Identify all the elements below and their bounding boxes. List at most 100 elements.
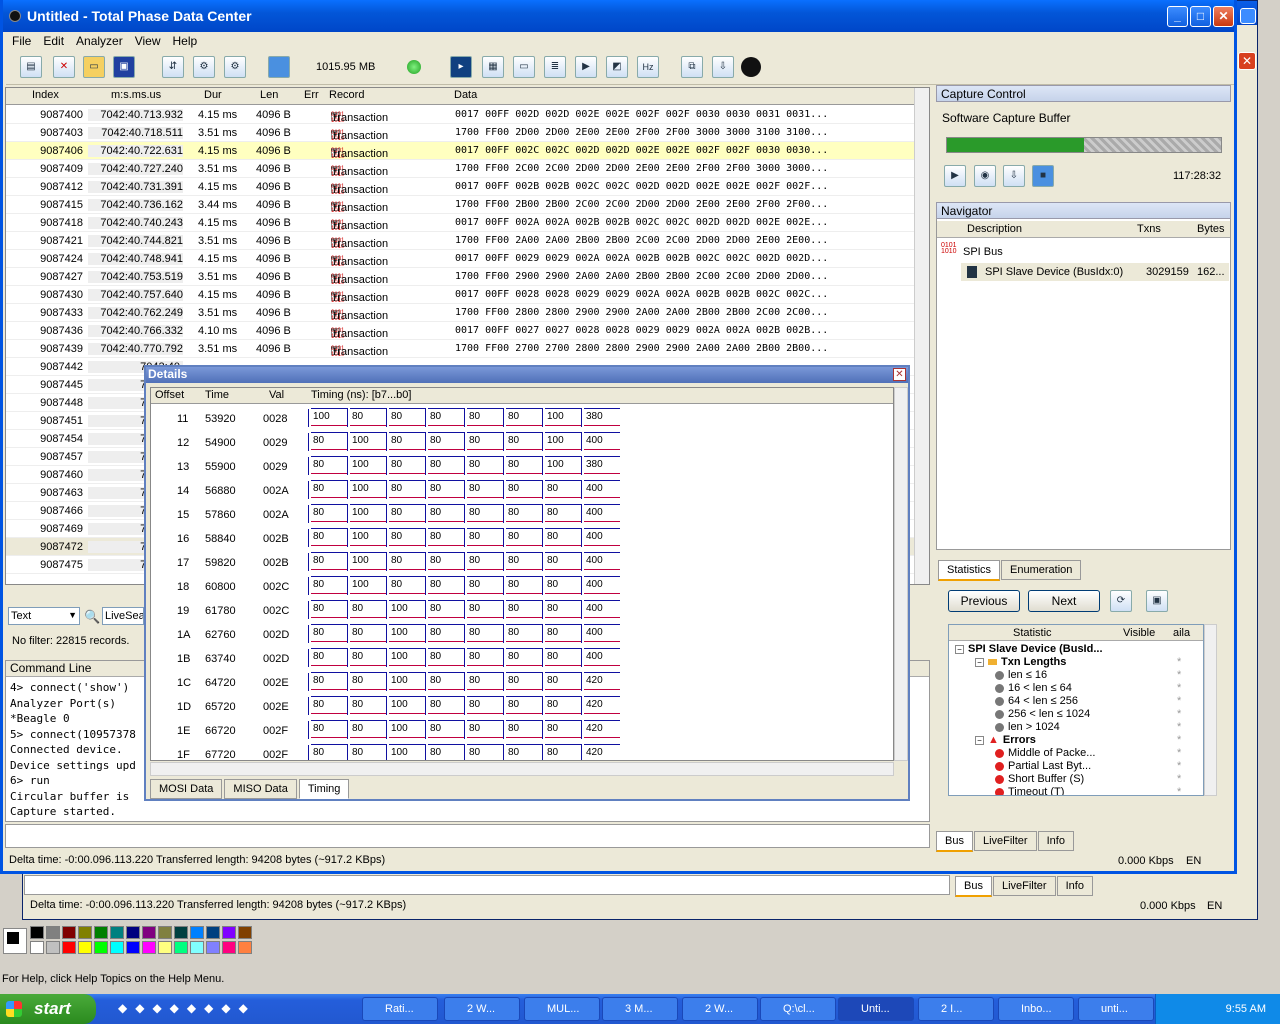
visible-mark[interactable]: * — [1177, 656, 1181, 668]
details-row[interactable]: 18 60800 002C 80 100 80 80 80 80 80 400 — [151, 574, 893, 598]
color-swatch[interactable] — [222, 926, 236, 939]
dcol-time[interactable]: Time — [205, 389, 229, 401]
table-row[interactable]: 9087412 7042:40.731.391 4.15 ms 4096 B +0101… — [6, 178, 914, 196]
stats-col-statistic[interactable]: Statistic — [1013, 627, 1052, 639]
stats-item[interactable]: − Txn Lengths — [975, 656, 1066, 668]
col-record[interactable]: Record — [329, 89, 364, 101]
table-row[interactable]: 9087436 7042:40.766.332 4.10 ms 4096 B +0101… — [6, 322, 914, 340]
stats-item[interactable]: len > 1024 — [995, 721, 1060, 733]
nav-col-description[interactable]: Description — [967, 223, 1022, 235]
table-row[interactable]: 9087415 7042:40.736.162 3.44 ms 4096 B +0101… — [6, 196, 914, 214]
tab-info[interactable]: Info — [1037, 831, 1074, 851]
background-close-icon[interactable]: ✕ — [1238, 52, 1256, 70]
details-row[interactable]: 1F 67720 002F 80 80 100 80 80 80 80 420 — [151, 742, 893, 760]
tab-miso-data[interactable]: MISO Data — [224, 779, 297, 799]
table-row[interactable]: 9087439 7042:40.770.792 3.51 ms 4096 B +0101… — [6, 340, 914, 358]
color-swatch[interactable] — [62, 941, 76, 954]
visible-mark[interactable]: * — [1177, 695, 1181, 707]
visible-mark[interactable]: * — [1177, 734, 1181, 746]
color-swatch[interactable] — [206, 926, 220, 939]
list-icon[interactable]: ≣ — [544, 56, 566, 78]
previous-button[interactable]: Previous — [948, 590, 1020, 612]
color-swatch[interactable] — [206, 941, 220, 954]
details-row[interactable]: 1D 65720 002E 80 80 100 80 80 80 80 420 — [151, 694, 893, 718]
tab-mosi-data[interactable]: MOSI Data — [150, 779, 223, 799]
color-swatch[interactable] — [78, 941, 92, 954]
color-swatch[interactable] — [142, 941, 156, 954]
taskbar-item[interactable]: Q:\cl... — [760, 997, 836, 1021]
visible-mark[interactable]: * — [1177, 747, 1181, 759]
stats-item[interactable]: − SPI Slave Device (BusId... — [955, 643, 1103, 655]
table-row[interactable]: 9087400 7042:40.713.932 4.15 ms 4096 B +0101… — [6, 106, 914, 124]
menu-help[interactable]: Help — [167, 32, 204, 48]
console-icon[interactable]: ▸ — [450, 56, 472, 78]
stats-item[interactable]: 16 < len ≤ 64 — [995, 682, 1072, 694]
settings-icon[interactable]: ⚙ — [193, 56, 215, 78]
device-icon[interactable]: ⇵ — [162, 56, 184, 78]
details-row[interactable]: 13 55900 0029 80 100 80 80 80 80 100 380 — [151, 454, 893, 478]
collapse-icon[interactable]: − — [975, 735, 984, 745]
table-row[interactable]: 9087427 7042:40.753.519 3.51 ms 4096 B +0101… — [6, 268, 914, 286]
taskbar-item[interactable]: 3 M... — [602, 997, 678, 1021]
col-len[interactable]: Len — [260, 89, 278, 101]
command-input[interactable] — [5, 824, 930, 848]
taskbar-item[interactable]: 2 I... — [918, 997, 994, 1021]
collapse-icon[interactable]: − — [955, 644, 964, 654]
taskbar-item[interactable]: Unti... — [838, 997, 914, 1021]
menu-edit[interactable]: Edit — [37, 32, 70, 48]
color-swatch[interactable] — [30, 941, 44, 954]
grid-scrollbar[interactable] — [914, 88, 929, 584]
table-row[interactable]: 9087421 7042:40.744.821 3.51 ms 4096 B +0101… — [6, 232, 914, 250]
minimize-button[interactable]: _ — [1167, 6, 1188, 27]
stats-item[interactable]: Middle of Packe... — [995, 747, 1095, 759]
nav-bus[interactable]: SPI Bus — [963, 246, 1003, 258]
col-index[interactable]: Index — [32, 89, 59, 101]
details-row[interactable]: 11 53920 0028 100 80 80 80 80 80 100 380 — [151, 406, 893, 430]
save-stats-icon[interactable]: ▣ — [1146, 590, 1168, 612]
color-swatch[interactable] — [78, 926, 92, 939]
color-swatch[interactable] — [110, 926, 124, 939]
dcol-offset[interactable]: Offset — [155, 389, 184, 401]
nav-col-bytes[interactable]: Bytes — [1197, 223, 1225, 235]
play-icon[interactable]: ▶ — [944, 165, 966, 187]
details-row[interactable]: 19 61780 002C 80 80 100 80 80 80 80 400 — [151, 598, 893, 622]
color-swatch[interactable] — [174, 941, 188, 954]
col-err[interactable]: Err — [304, 89, 319, 101]
stats-vscroll[interactable] — [1204, 624, 1217, 796]
color-swatch[interactable] — [30, 926, 44, 939]
color-swatch[interactable] — [46, 926, 60, 939]
taskbar-item[interactable]: Inbo... — [998, 997, 1074, 1021]
tab-timing[interactable]: Timing — [298, 779, 350, 799]
table-row[interactable]: 9087418 7042:40.740.243 4.15 ms 4096 B +0101… — [6, 214, 914, 232]
nav-col-txns[interactable]: Txns — [1137, 223, 1161, 235]
visible-mark[interactable]: * — [1177, 786, 1181, 795]
table-icon[interactable]: ▦ — [482, 56, 504, 78]
collapse-icon[interactable]: − — [975, 657, 984, 667]
tab-enumeration[interactable]: Enumeration — [1001, 560, 1082, 580]
table-row[interactable]: 9087409 7042:40.727.240 3.51 ms 4096 B +0101… — [6, 160, 914, 178]
stats-item[interactable]: 256 < len ≤ 1024 — [995, 708, 1090, 720]
new-file-icon[interactable]: ▤ — [20, 56, 42, 78]
color-swatch[interactable] — [158, 926, 172, 939]
color-swatch[interactable] — [62, 926, 76, 939]
next-button[interactable]: Next — [1028, 590, 1100, 612]
back-tab-livefilter[interactable]: LiveFilter — [992, 876, 1056, 896]
details-row[interactable]: 1E 66720 002F 80 80 100 80 80 80 80 420 — [151, 718, 893, 742]
color-swatch[interactable] — [46, 941, 60, 954]
taskbar-item[interactable]: MUL... — [524, 997, 600, 1021]
color-swatch[interactable] — [174, 926, 188, 939]
image-icon[interactable]: ◩ — [606, 56, 628, 78]
menu-file[interactable]: File — [6, 32, 37, 48]
open-folder-icon[interactable]: ▭ — [83, 56, 105, 78]
stats-item[interactable]: 64 < len ≤ 256 — [995, 695, 1078, 707]
visible-mark[interactable]: * — [1177, 773, 1181, 785]
tab-livefilter[interactable]: LiveFilter — [973, 831, 1037, 851]
live-search-input[interactable]: LiveSea — [102, 607, 144, 625]
stats-item[interactable]: Short Buffer (S) — [995, 773, 1084, 785]
col-data[interactable]: Data — [454, 89, 477, 101]
details-row[interactable]: 12 54900 0029 80 100 80 80 80 80 100 400 — [151, 430, 893, 454]
stats-col-avail[interactable]: aila — [1173, 627, 1190, 639]
bomb-icon[interactable] — [741, 57, 761, 77]
taskbar-item[interactable]: unti... — [1078, 997, 1154, 1021]
details-close-icon[interactable]: ✕ — [893, 368, 906, 381]
